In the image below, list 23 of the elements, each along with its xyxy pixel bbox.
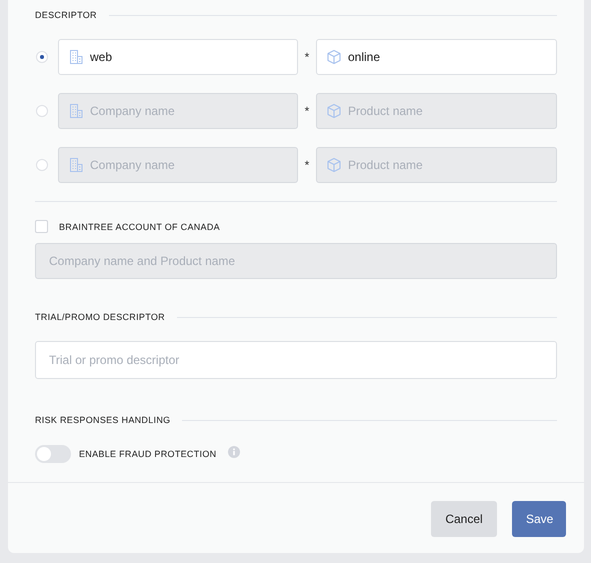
- section-heading: TRIAL/PROMO DESCRIPTOR: [35, 312, 165, 322]
- trial-field[interactable]: Trial or promo descriptor: [35, 341, 557, 379]
- building-icon: [68, 157, 84, 173]
- section-heading: RISK RESPONSES HANDLING: [35, 415, 170, 425]
- checkbox-label: BRAINTREE ACCOUNT OF CANADA: [59, 222, 220, 232]
- info-icon[interactable]: [228, 446, 240, 458]
- cube-icon: [326, 49, 342, 65]
- save-button[interactable]: Save: [512, 501, 566, 537]
- radio-button[interactable]: [36, 51, 48, 63]
- cube-icon: [326, 157, 342, 173]
- cancel-button[interactable]: Cancel: [431, 501, 497, 537]
- building-icon: [68, 49, 84, 65]
- company-field[interactable]: web: [58, 39, 298, 75]
- toggle-switch[interactable]: [35, 445, 71, 463]
- required-mark: *: [304, 158, 310, 172]
- cube-icon: [326, 103, 342, 119]
- toggle-label: ENABLE FRAUD PROTECTION: [79, 449, 216, 459]
- section-heading: DESCRIPTOR: [35, 10, 97, 20]
- required-mark: *: [304, 104, 310, 118]
- required-mark: *: [304, 50, 310, 64]
- checkbox[interactable]: [35, 220, 48, 233]
- product-field[interactable]: online: [316, 39, 557, 75]
- building-icon: [68, 103, 84, 119]
